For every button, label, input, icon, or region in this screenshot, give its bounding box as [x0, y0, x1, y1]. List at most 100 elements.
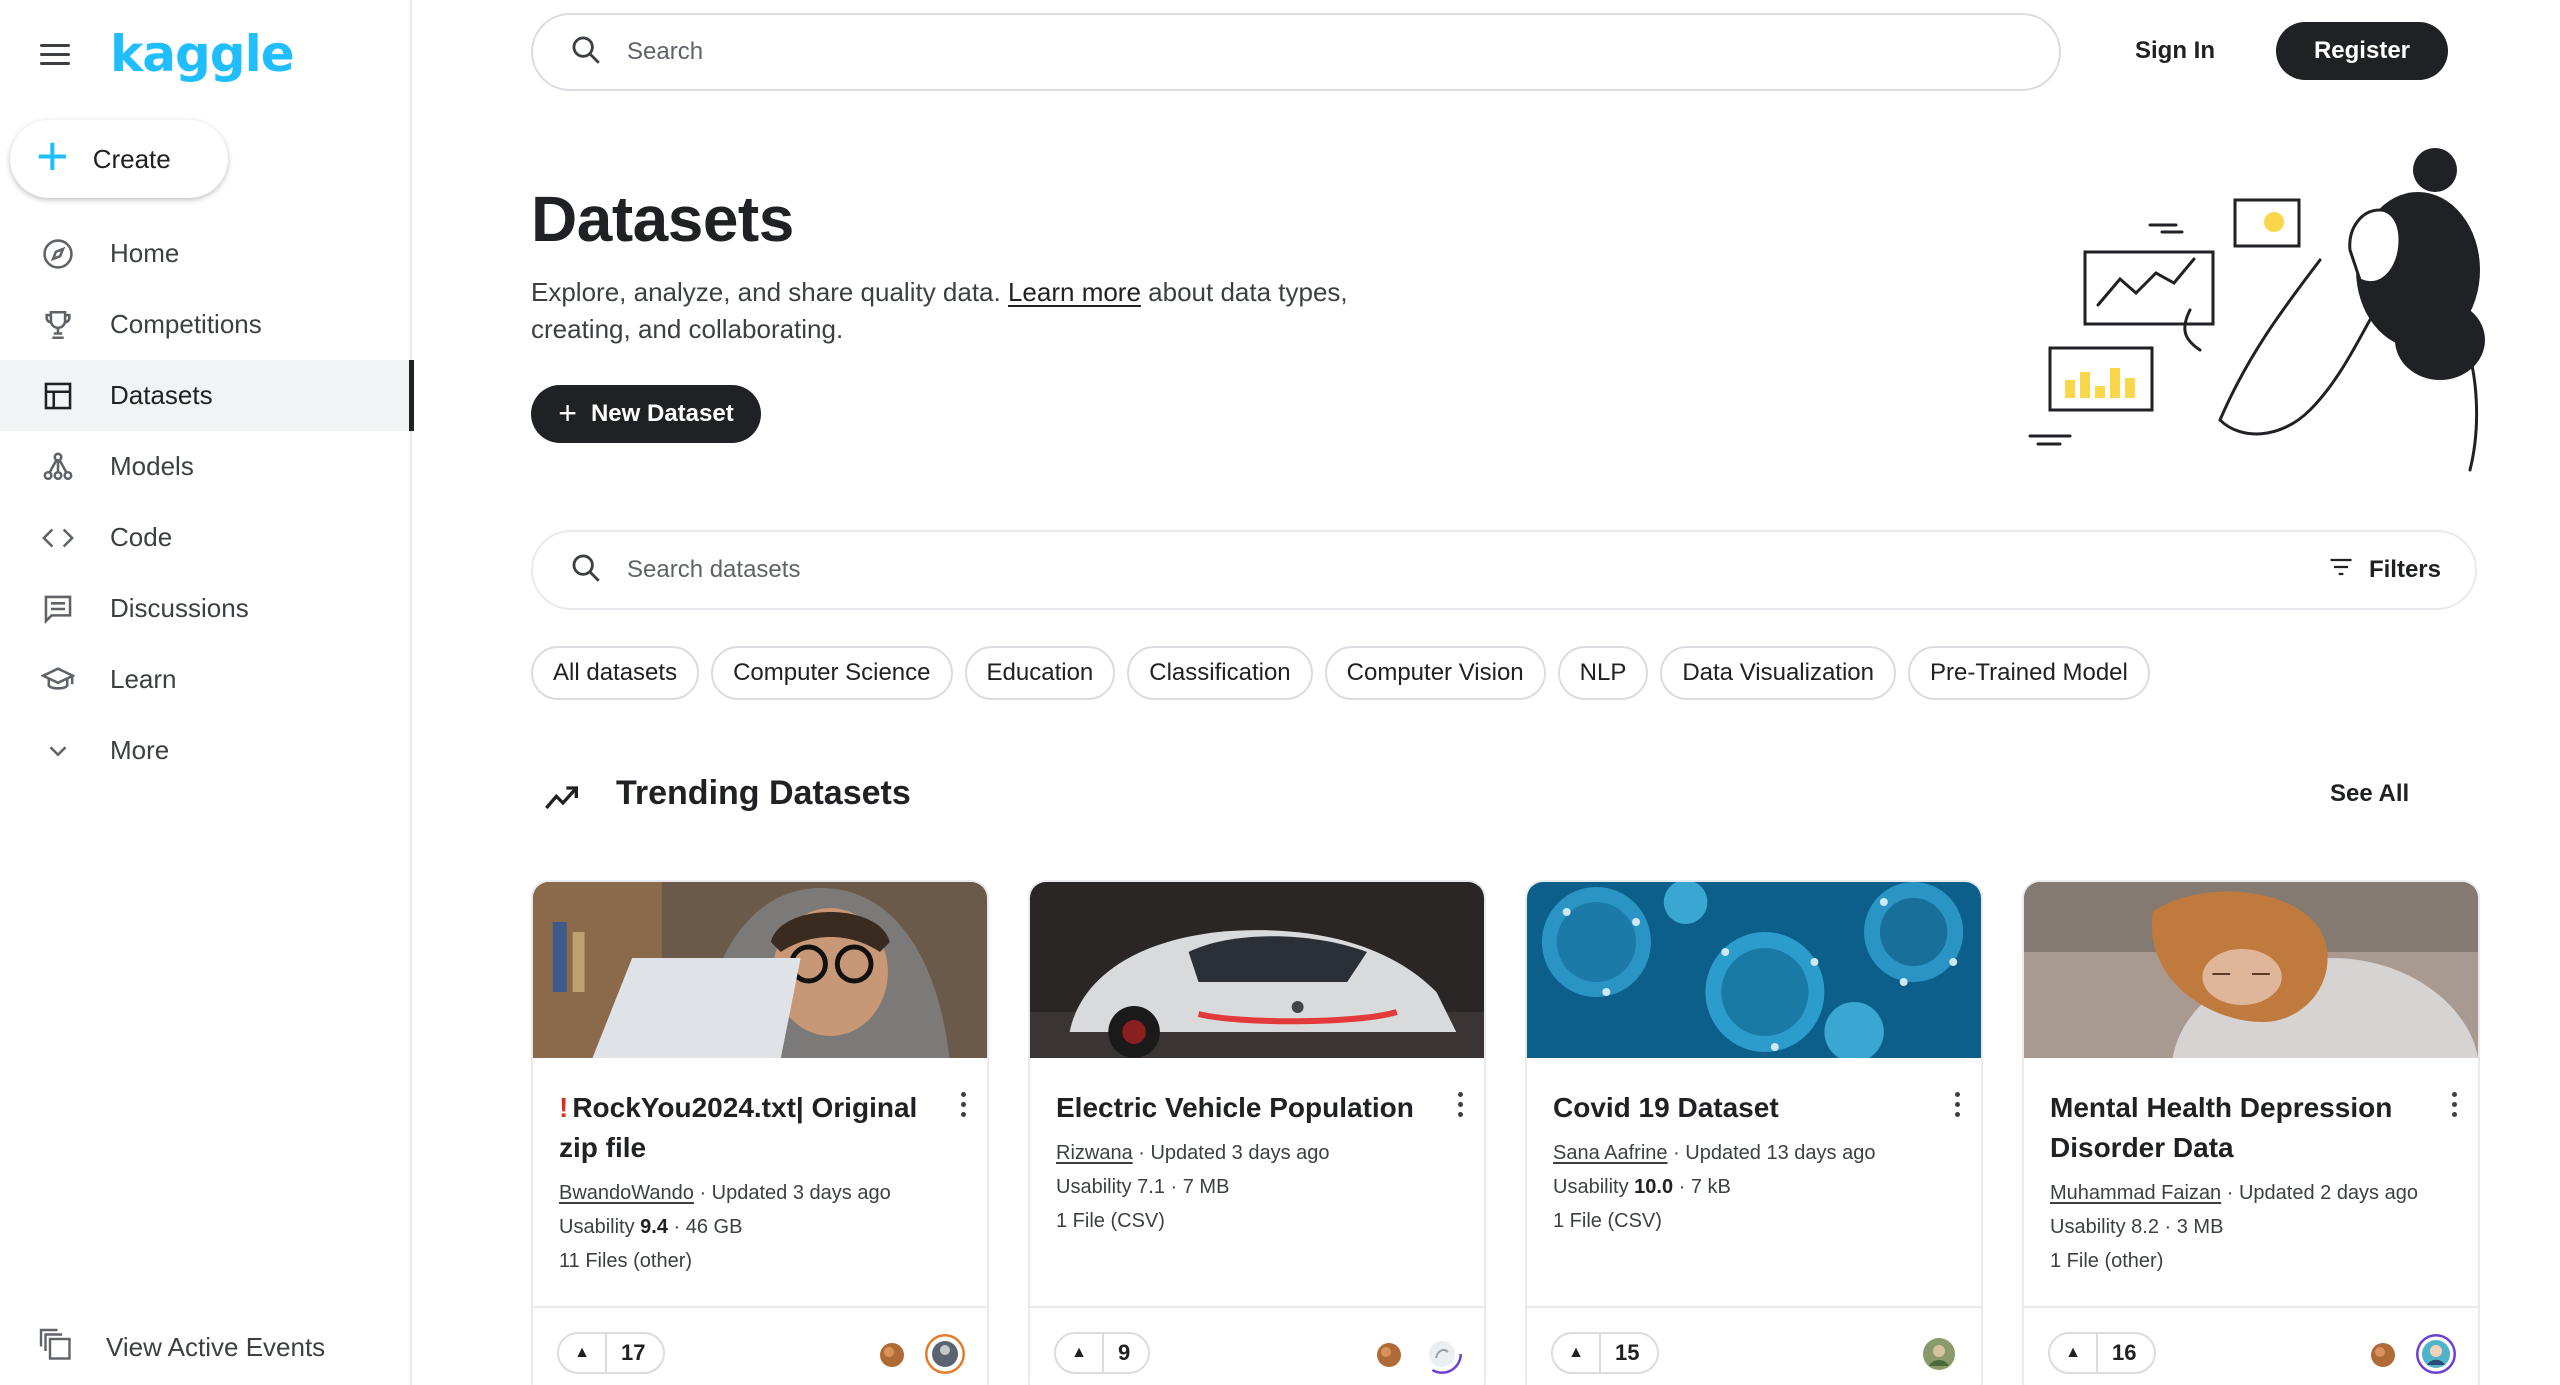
dataset-owner-line: Rizwana · Updated 3 days ago: [1056, 1136, 1428, 1170]
dataset-title: ! RockYou2024.txt| Original zip file: [559, 1088, 931, 1168]
chip-classification[interactable]: Classification: [1127, 646, 1313, 700]
chip-data-visualization[interactable]: Data Visualization: [1660, 646, 1896, 700]
avatar[interactable]: [1422, 1334, 1462, 1374]
compass-icon: [38, 234, 78, 274]
vote-count: 15: [1615, 1340, 1640, 1365]
filters-button[interactable]: Filters: [2327, 532, 2441, 608]
upvote-button[interactable]: ▲ 17: [557, 1332, 666, 1374]
vote-count: 17: [621, 1340, 646, 1365]
comments-icon: [38, 589, 78, 629]
medal-icon: [880, 1343, 904, 1367]
card-footer: ▲ 15: [1527, 1306, 1981, 1385]
card-footer: ▲ 17: [533, 1306, 987, 1385]
sidebar-item-learn[interactable]: Learn: [0, 644, 412, 715]
trending-cards: ! RockYou2024.txt| Original zip file Bwan…: [531, 880, 2480, 1385]
updated-text: · Updated 3 days ago: [693, 1182, 891, 1204]
dataset-card[interactable]: Electric Vehicle Population Rizwana · Up…: [1028, 880, 1486, 1385]
new-dataset-label: New Dataset: [590, 400, 734, 427]
files-text: 1 File (other): [2050, 1250, 2164, 1272]
upvote-button[interactable]: ▲ 16: [2048, 1332, 2157, 1374]
create-button[interactable]: + Create: [10, 120, 228, 198]
sidebar-item-label: Code: [110, 522, 173, 552]
trending-title: Trending Datasets: [616, 774, 911, 812]
more-options-icon[interactable]: [2442, 1086, 2466, 1122]
owner-link[interactable]: BwandoWando: [559, 1182, 694, 1204]
chevron-down-icon: [38, 731, 78, 771]
sign-in-button[interactable]: Sign In: [2120, 22, 2230, 80]
sidebar-item-label: Models: [110, 451, 194, 481]
trending-icon: [545, 786, 578, 810]
dataset-owner-line: BwandoWando · Updated 3 days ago: [559, 1176, 931, 1210]
sidebar-item-competitions[interactable]: Competitions: [0, 289, 412, 360]
dataset-thumbnail: [2024, 882, 2478, 1058]
files-text: 1 File (CSV): [1056, 1210, 1165, 1232]
sidebar-item-label: More: [110, 735, 170, 765]
sidebar-item-models[interactable]: Models: [0, 431, 412, 502]
events-icon: [38, 1327, 74, 1368]
dataset-card[interactable]: ! RockYou2024.txt| Original zip file Bwan…: [531, 880, 989, 1385]
sidebar-item-label: Home: [110, 238, 180, 268]
dataset-search-input[interactable]: [627, 556, 2152, 584]
chip-computer-science[interactable]: Computer Science: [711, 646, 953, 700]
sidebar-item-home[interactable]: Home: [0, 218, 412, 289]
see-all-button[interactable]: See All: [2330, 780, 2409, 808]
owner-link[interactable]: Muhammad Faizan: [2050, 1182, 2221, 1204]
sidebar-item-label: Learn: [110, 664, 177, 694]
avatar[interactable]: [1919, 1334, 1959, 1374]
models-icon: [38, 447, 78, 487]
more-options-icon[interactable]: [951, 1086, 975, 1122]
owner-link[interactable]: Sana Aafrine: [1553, 1142, 1668, 1164]
sidebar-item-discussions[interactable]: Discussions: [0, 573, 412, 644]
sidebar-item-label: Discussions: [110, 593, 249, 623]
chip-computer-vision[interactable]: Computer Vision: [1324, 646, 1546, 700]
sidebar-item-datasets[interactable]: Datasets: [0, 360, 414, 431]
usability-score: 7.1: [1137, 1176, 1165, 1198]
card-body: Covid 19 Dataset Sana Aafrine · Updated …: [1553, 1088, 1925, 1238]
dataset-card[interactable]: Covid 19 Dataset Sana Aafrine · Updated …: [1525, 880, 1983, 1385]
events-label: View Active Events: [106, 1331, 326, 1362]
usability-label: Usability: [559, 1216, 641, 1238]
more-options-icon[interactable]: [1945, 1086, 1969, 1122]
sidebar-item-code[interactable]: Code: [0, 502, 412, 573]
register-button[interactable]: Register: [2276, 22, 2448, 80]
dataset-card[interactable]: Mental Health Depression Disorder Data M…: [2022, 880, 2480, 1385]
learn-more-link[interactable]: Learn more: [1008, 277, 1141, 307]
usability-line: Usability 8.2 · 3 MB: [2050, 1210, 2422, 1244]
dataset-thumbnail: [533, 882, 987, 1058]
dataset-search-bar[interactable]: Filters: [531, 530, 2477, 610]
chip-all-datasets[interactable]: All datasets: [531, 646, 700, 700]
chip-education[interactable]: Education: [964, 646, 1116, 700]
avatar[interactable]: [925, 1334, 965, 1374]
site-search-bar[interactable]: [531, 13, 2061, 91]
new-dataset-button[interactable]: + New Dataset: [531, 385, 761, 443]
sidebar: kaggle + Create Home Competitions Datase…: [0, 0, 414, 1385]
code-icon: [38, 518, 78, 558]
category-chips: All datasets Computer Science Education …: [531, 646, 2150, 700]
avatar[interactable]: [2416, 1334, 2456, 1374]
usability-line: Usability 10.0 · 7 kB: [1553, 1170, 1925, 1204]
view-active-events-button[interactable]: View Active Events: [38, 1322, 325, 1372]
menu-icon[interactable]: [40, 36, 76, 72]
card-footer: ▲ 16: [2024, 1306, 2478, 1385]
upvote-button[interactable]: ▲ 15: [1551, 1332, 1660, 1374]
chip-nlp[interactable]: NLP: [1557, 646, 1649, 700]
owner-link[interactable]: Rizwana: [1056, 1142, 1133, 1164]
search-icon: [569, 33, 603, 72]
plus-icon: +: [558, 394, 577, 431]
sidebar-item-label: Competitions: [110, 309, 262, 339]
dataset-title: Electric Vehicle Population: [1056, 1092, 1414, 1123]
files-text: 1 File (CSV): [1553, 1210, 1662, 1232]
sidebar-item-more[interactable]: More: [0, 715, 412, 786]
chip-pre-trained-model[interactable]: Pre-Trained Model: [1908, 646, 2150, 700]
card-body: Electric Vehicle Population Rizwana · Up…: [1056, 1088, 1428, 1238]
usability-score: 9.4: [640, 1216, 668, 1238]
files-text: 11 Files (other): [559, 1250, 693, 1272]
dataset-meta: Sana Aafrine · Updated 13 days ago Usabi…: [1553, 1136, 1925, 1238]
filters-label: Filters: [2368, 556, 2441, 583]
upvote-button[interactable]: ▲ 9: [1054, 1332, 1151, 1374]
dataset-thumbnail: [1527, 882, 1981, 1058]
more-options-icon[interactable]: [1448, 1086, 1472, 1122]
updated-text: · Updated 2 days ago: [2221, 1182, 2418, 1204]
site-search-input[interactable]: [627, 38, 1819, 66]
kaggle-logo[interactable]: kaggle: [110, 25, 295, 83]
